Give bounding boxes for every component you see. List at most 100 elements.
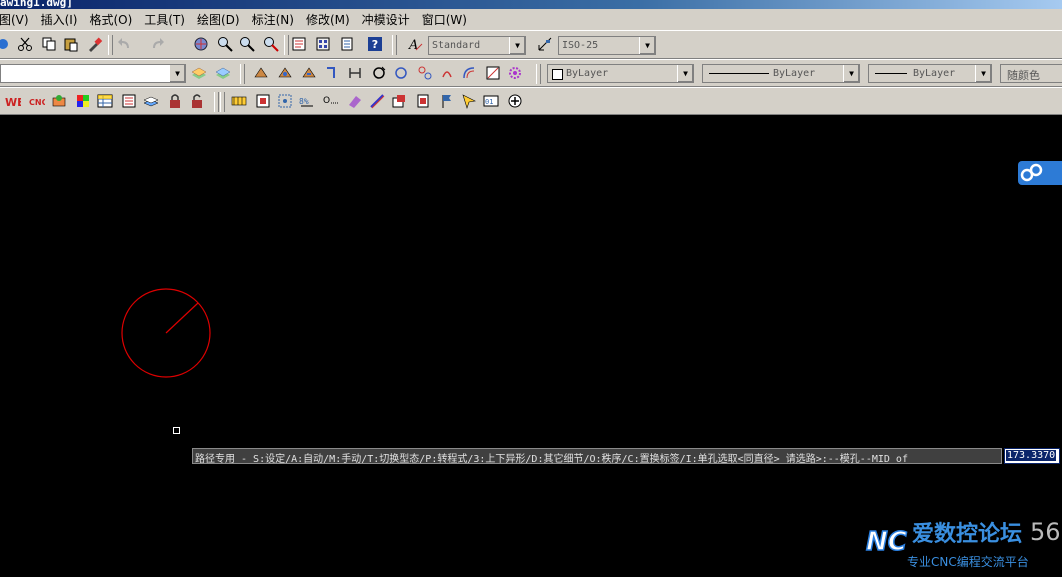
chevron-down-icon[interactable]: ▼	[677, 65, 693, 82]
arc-tool-icon[interactable]	[460, 64, 478, 82]
hole-pattern-icon[interactable]	[276, 92, 294, 110]
menu-dimension[interactable]: 标注(N)	[247, 11, 301, 28]
watermark-title: 爱数控论坛	[912, 522, 1023, 547]
menu-draw[interactable]: 绘图(D)	[192, 11, 247, 28]
die-plate-icon[interactable]	[230, 92, 248, 110]
gear-icon[interactable]	[506, 64, 524, 82]
report-icon[interactable]	[414, 92, 432, 110]
punch-text-icon[interactable]: WE	[4, 92, 22, 110]
die-design-toolbar: WE CNC 8% O 01	[0, 87, 1062, 115]
command-input[interactable]: 173.3370	[1004, 448, 1060, 464]
add-circle-icon[interactable]	[506, 92, 524, 110]
path-order-icon[interactable]: O	[322, 92, 340, 110]
cut-icon[interactable]	[16, 35, 34, 53]
dimension-style-select[interactable]: ISO-25 ▼	[558, 36, 656, 55]
match-properties-icon[interactable]	[86, 35, 104, 53]
chevron-down-icon[interactable]: ▼	[169, 65, 185, 82]
undo-icon[interactable]	[116, 35, 134, 53]
color-grid-icon[interactable]	[74, 92, 92, 110]
make-object-layer-current-icon[interactable]	[190, 64, 208, 82]
standard-toolbar: ? A Standard ▼ ISO-25 ▼	[0, 30, 1062, 59]
unlock-icon[interactable]	[188, 92, 206, 110]
text-style-icon[interactable]: A	[406, 35, 424, 53]
pick-box-cursor	[173, 427, 180, 434]
arrow-icon[interactable]	[0, 35, 12, 53]
side-share-button[interactable]	[1018, 161, 1062, 185]
layer-stack-icon[interactable]	[142, 92, 160, 110]
menu-insert[interactable]: 插入(I)	[36, 11, 85, 28]
chevron-down-icon[interactable]: ▼	[843, 65, 859, 82]
fillet-tool-icon[interactable]	[346, 64, 364, 82]
layout-icon[interactable]	[390, 92, 408, 110]
drawing-canvas[interactable]	[0, 115, 1062, 577]
text-style-select[interactable]: Standard ▼	[428, 36, 526, 55]
command-input-value: 173.3370	[1006, 450, 1057, 461]
svg-text:?: ?	[372, 38, 378, 51]
tool-palettes-icon[interactable]	[338, 35, 356, 53]
dimension-box-icon[interactable]: 01	[482, 92, 500, 110]
watermark-number: 56	[1030, 518, 1061, 546]
linetype-value: ByLayer	[773, 68, 816, 79]
pick-icon[interactable]	[460, 92, 478, 110]
svg-text:WE: WE	[5, 96, 21, 109]
table-icon[interactable]	[96, 92, 114, 110]
counter-icon[interactable]: 8%	[298, 92, 316, 110]
window-title: awing1.dwg]	[0, 0, 73, 9]
dimension-style-icon[interactable]	[536, 35, 554, 53]
pan-icon[interactable]	[192, 35, 210, 53]
menu-view[interactable]: 图(V)	[0, 11, 36, 28]
menu-tools[interactable]: 工具(T)	[139, 11, 192, 28]
paste-icon[interactable]	[62, 35, 80, 53]
chevron-down-icon[interactable]: ▼	[509, 37, 525, 54]
copy-icon[interactable]	[40, 35, 58, 53]
share-icon	[1020, 163, 1043, 182]
hook-tool-icon[interactable]	[322, 64, 340, 82]
rotate-tool-icon[interactable]	[370, 64, 388, 82]
toolbar-separator	[220, 92, 225, 112]
slope-tool-icon[interactable]	[484, 64, 502, 82]
die-tool-1-icon[interactable]	[252, 64, 270, 82]
toolbar-separator	[240, 64, 245, 84]
lock-icon[interactable]	[166, 92, 184, 110]
plot-style-control-select[interactable]: 随颜色	[1000, 64, 1062, 83]
design-center-icon[interactable]	[314, 35, 332, 53]
color-value: ByLayer	[566, 68, 609, 79]
break-tool-icon[interactable]	[438, 64, 456, 82]
circle-tool-icon[interactable]	[392, 64, 410, 82]
die-tool-2-icon[interactable]	[276, 64, 294, 82]
toolbar-separator	[214, 92, 219, 112]
list-table-icon[interactable]	[120, 92, 138, 110]
chevron-down-icon[interactable]: ▼	[975, 65, 991, 82]
menu-format[interactable]: 格式(O)	[84, 11, 139, 28]
radius-line[interactable]	[165, 302, 199, 334]
array-tool-icon[interactable]	[416, 64, 434, 82]
plate-frame-icon[interactable]	[254, 92, 272, 110]
measure-icon[interactable]	[368, 92, 386, 110]
redo-icon[interactable]	[148, 35, 166, 53]
color-control-select[interactable]: ByLayer ▼	[547, 64, 694, 83]
eraser-icon[interactable]	[346, 92, 364, 110]
tool-library-icon[interactable]	[50, 92, 68, 110]
lineweight-control-select[interactable]: ByLayer ▼	[868, 64, 992, 83]
help-icon[interactable]: ?	[366, 35, 384, 53]
svg-text:A: A	[408, 38, 418, 52]
die-tool-3-icon[interactable]	[300, 64, 318, 82]
chevron-down-icon[interactable]: ▼	[639, 37, 655, 54]
properties-icon[interactable]	[290, 35, 308, 53]
flag-icon[interactable]	[438, 92, 456, 110]
cnc-text-icon[interactable]: CNC	[28, 92, 46, 110]
layer-previous-icon[interactable]	[214, 64, 232, 82]
zoom-realtime-icon[interactable]	[216, 35, 234, 53]
linetype-control-select[interactable]: ByLayer ▼	[702, 64, 860, 83]
toolbar-separator	[392, 35, 397, 55]
linetype-sample	[709, 73, 769, 74]
dimension-style-value: ISO-25	[562, 40, 599, 51]
menu-bar: 图(V) 插入(I) 格式(O) 工具(T) 绘图(D) 标注(N) 修改(M)…	[0, 9, 1062, 30]
menu-die-design[interactable]: 冲模设计	[357, 11, 417, 28]
lineweight-sample	[875, 73, 907, 74]
zoom-window-icon[interactable]	[238, 35, 256, 53]
zoom-previous-icon[interactable]	[262, 35, 280, 53]
layer-select[interactable]: ▼	[0, 64, 186, 83]
menu-modify[interactable]: 修改(M)	[301, 11, 357, 28]
menu-window[interactable]: 窗口(W)	[417, 11, 474, 28]
